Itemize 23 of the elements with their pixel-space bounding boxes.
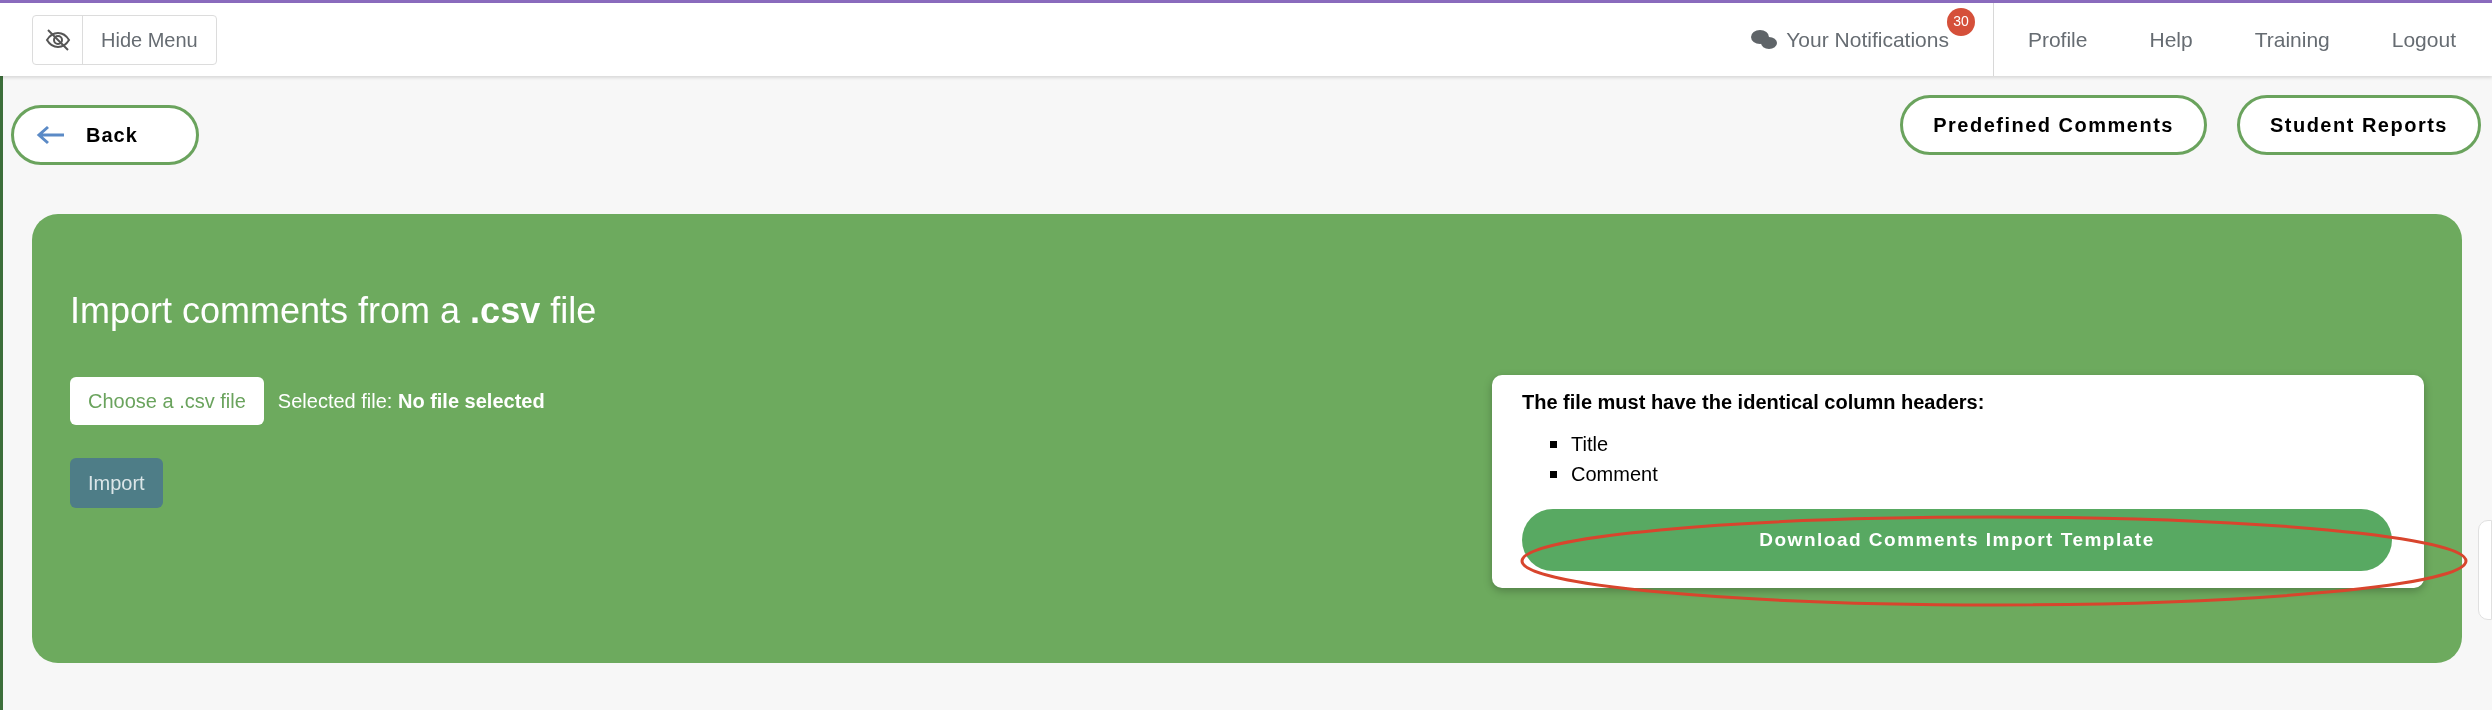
choose-file-button[interactable]: Choose a .csv file — [70, 377, 264, 425]
notification-count-badge: 30 — [1946, 7, 1975, 36]
column-name: Title — [1571, 432, 1609, 457]
notifications-link[interactable]: Your Notifications — [1750, 23, 1949, 56]
card-heading: The file must have the identical column headers: — [1522, 390, 1986, 415]
panel-title: Import comments from a .csv file — [70, 289, 598, 333]
download-template-button[interactable]: Download Comments Import Template — [1522, 509, 2392, 571]
nav-link[interactable]: Help — [2149, 23, 2193, 56]
nav-link[interactable]: Training — [2254, 23, 2330, 56]
bullet-icon — [1550, 470, 1557, 478]
nav-link[interactable]: Logout — [2391, 23, 2456, 56]
bullet-icon — [1550, 440, 1557, 448]
selected-file-text: Selected file: No file selected — [277, 389, 545, 414]
action-button[interactable]: Predefined Comments — [1900, 95, 2207, 155]
action-button[interactable]: Student Reports — [2236, 95, 2481, 155]
import-button[interactable]: Import — [70, 458, 163, 508]
chat-bubbles-icon — [1750, 28, 1779, 51]
hide-menu-button[interactable]: Hide Menu — [32, 14, 217, 65]
column-name: Comment — [1571, 462, 1658, 487]
nav-link[interactable]: Profile — [2027, 23, 2088, 56]
left-arrow-icon — [36, 125, 66, 145]
back-button[interactable]: Back — [11, 105, 199, 165]
hidden-eye-icon — [44, 28, 71, 51]
